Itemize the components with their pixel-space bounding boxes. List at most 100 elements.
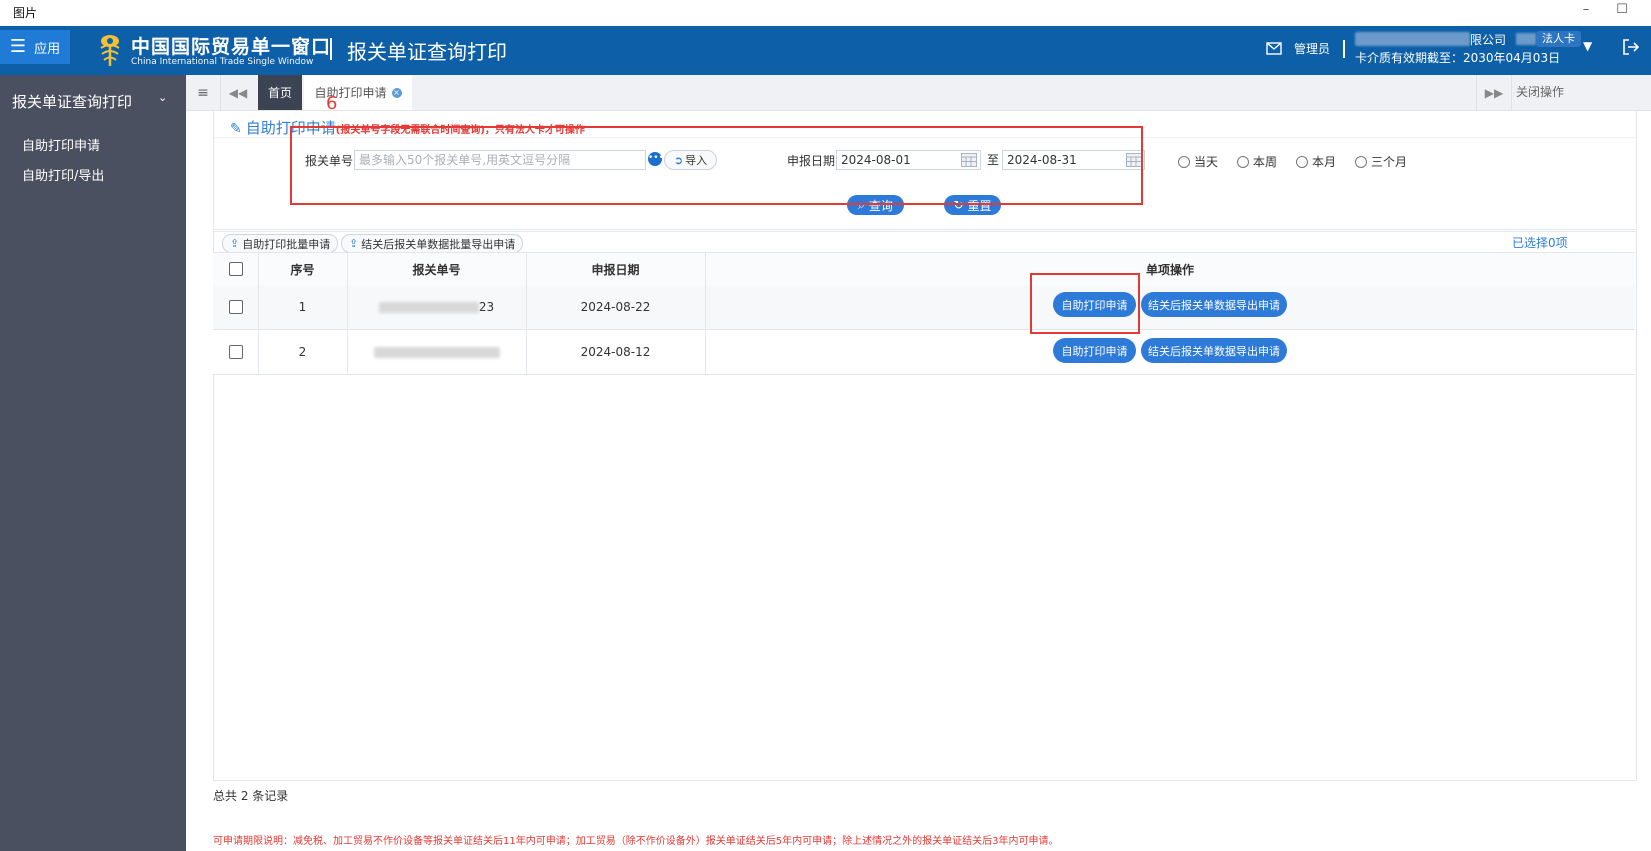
batch-export-button[interactable]: ⇪ 结关后报关单数据批量导出申请 (341, 234, 524, 253)
column-divider (347, 252, 348, 374)
company-name: 限公司 (1470, 33, 1507, 47)
column-divider (258, 252, 259, 374)
row-decl-no (347, 330, 526, 374)
dropdown-icon[interactable]: ▼ (1583, 39, 1592, 53)
close-operations-button[interactable]: 关闭操作 (1516, 75, 1564, 110)
range-week-radio[interactable]: 本周 (1237, 153, 1277, 170)
search-icon: ⌕ (858, 197, 865, 212)
panel-divider (214, 137, 1636, 138)
row-date: 2024-08-22 (580, 300, 651, 314)
app-menu-label: 应用 (34, 41, 61, 57)
tabs-bar: ≡ ◀◀ 首页 自助打印申请 × ▶▶ 关闭操作 (186, 75, 1651, 111)
date-label: 申报日期 (787, 154, 836, 168)
window-title: 图片 (13, 6, 38, 20)
tabs-prev-icon[interactable]: ◀◀ (220, 75, 255, 110)
row-print-apply-button[interactable]: 自助打印申请 (1053, 292, 1136, 317)
row-checkbox[interactable] (228, 300, 243, 314)
date-to-input[interactable] (1002, 150, 1145, 170)
refresh-icon: ↻ (953, 198, 964, 212)
row-date: 2024-08-12 (580, 345, 651, 359)
row-print-apply-button[interactable]: 自助打印申请 (1053, 338, 1136, 363)
minimize-button[interactable]: – (1578, 2, 1594, 17)
brand-name-cn: 中国国际贸易单一窗口 (131, 36, 332, 58)
query-button[interactable]: ⌕ 查询 (847, 195, 904, 215)
row-select-cell (213, 330, 258, 374)
logout-icon[interactable] (1622, 38, 1640, 56)
import-button[interactable]: ➲ 导入 (664, 150, 717, 170)
range-label: 当天 (1194, 155, 1219, 169)
logo-icon (100, 35, 120, 66)
redacted-decl-no (378, 301, 479, 313)
radio-circle (1237, 155, 1249, 168)
row-checkbox[interactable] (228, 345, 243, 359)
decl-no-input[interactable] (354, 150, 646, 170)
batch-export-label: 结关后报关单数据批量导出申请 (361, 237, 516, 251)
sidebar-heading[interactable]: 报关单证查询打印 (12, 91, 132, 112)
reset-button[interactable]: ↻ 重置 (944, 195, 1001, 215)
panel-title: ✎ 自助打印申请(报关单号字段无需联合时间查询)，只有法人卡才可操作 (230, 117, 585, 138)
radio-circle (1296, 155, 1308, 168)
range-month-radio[interactable]: 本月 (1296, 153, 1336, 170)
redacted-decl-no (373, 346, 500, 358)
batch-print-button[interactable]: ⇪ 自助打印批量申请 (222, 234, 339, 253)
column-divider (526, 252, 527, 374)
row-export-apply-button[interactable]: 结关后报关单数据导出申请 (1141, 292, 1287, 317)
row-export-apply-button[interactable]: 结关后报关单数据导出申请 (1141, 338, 1287, 363)
admin-link[interactable]: 管理员 (1294, 40, 1330, 57)
row-seq: 1 (298, 300, 307, 314)
range-label: 三个月 (1371, 155, 1408, 169)
column-header-decl-no: 报关单号 (412, 262, 461, 277)
range-today-radio[interactable]: 当天 (1178, 153, 1218, 170)
radio-circle (1178, 155, 1190, 168)
radio-circle (1355, 155, 1367, 168)
arrow-right-circle-icon: ➲ (673, 153, 684, 167)
top-header: ☰ 应用 中国国际贸易单一窗口 China International Trad… (0, 26, 1651, 75)
tabs-next-icon[interactable]: ▶▶ (1476, 75, 1512, 110)
redacted-company-suffix (1516, 33, 1536, 45)
row-seq: 2 (298, 345, 307, 359)
app-menu-button[interactable]: ☰ 应用 (0, 30, 70, 64)
range-three-months-radio[interactable]: 三个月 (1355, 153, 1407, 170)
header-divider-2 (1343, 40, 1345, 58)
range-label: 本周 (1253, 155, 1278, 169)
reset-label: 重置 (967, 198, 992, 213)
calendar-icon[interactable] (961, 152, 977, 167)
calendar-icon[interactable] (1126, 152, 1142, 167)
upload-icon: ⇪ (349, 237, 359, 250)
import-label: 导入 (685, 154, 708, 167)
column-header-ops: 单项操作 (1145, 262, 1194, 277)
collapse-menu-icon[interactable]: ≡ (186, 75, 220, 110)
mail-icon[interactable] (1266, 42, 1282, 55)
selected-count: 已选择0项 (1512, 236, 1568, 250)
page-title: 报关单证查询打印 (347, 40, 507, 64)
tab-self-print-apply[interactable]: 自助打印申请 × (304, 75, 412, 110)
row-select-cell (213, 285, 258, 329)
sidebar-item-self-print-apply[interactable]: 自助打印申请 (22, 135, 100, 154)
menu-icon: ☰ (9, 36, 27, 57)
edit-icon: ✎ (230, 121, 242, 137)
query-label: 查询 (868, 198, 893, 213)
sidebar-item-self-print-export[interactable]: 自助打印/导出 (22, 165, 104, 184)
chevron-down-icon[interactable]: ⌄ (158, 91, 167, 104)
row-decl-no: 23 (347, 285, 526, 329)
batch-print-label: 自助打印批量申请 (242, 237, 331, 251)
close-icon[interactable]: × (391, 87, 402, 98)
maximize-button[interactable]: ☐ (1614, 2, 1630, 17)
window-titlebar: 图片 – ☐ (0, 0, 1651, 26)
select-all-checkbox[interactable] (228, 262, 243, 276)
redacted-company-name (1355, 32, 1470, 46)
header-divider (330, 38, 332, 60)
table-row: 1 23 2024-08-22 (213, 285, 1635, 330)
select-all-cell (213, 253, 258, 285)
table-header: 序号 报关单号 申报日期 单项操作 (213, 252, 1635, 286)
more-icon[interactable]: ••• (648, 152, 664, 166)
search-panel: ✎ 自助打印申请(报关单号字段无需联合时间查询)，只有法人卡才可操作 (213, 110, 1637, 230)
date-to-label: 至 (987, 153, 1000, 167)
date-from-input[interactable] (836, 150, 981, 170)
tab-home[interactable]: 首页 (258, 75, 302, 110)
sidebar: 报关单证查询打印 ⌄ 自助打印申请 自助打印/导出 (0, 75, 186, 851)
range-label: 本月 (1312, 155, 1337, 169)
upload-icon: ⇪ (230, 237, 240, 250)
column-divider (705, 252, 706, 374)
panel-title-text: 自助打印申请 (245, 119, 336, 137)
